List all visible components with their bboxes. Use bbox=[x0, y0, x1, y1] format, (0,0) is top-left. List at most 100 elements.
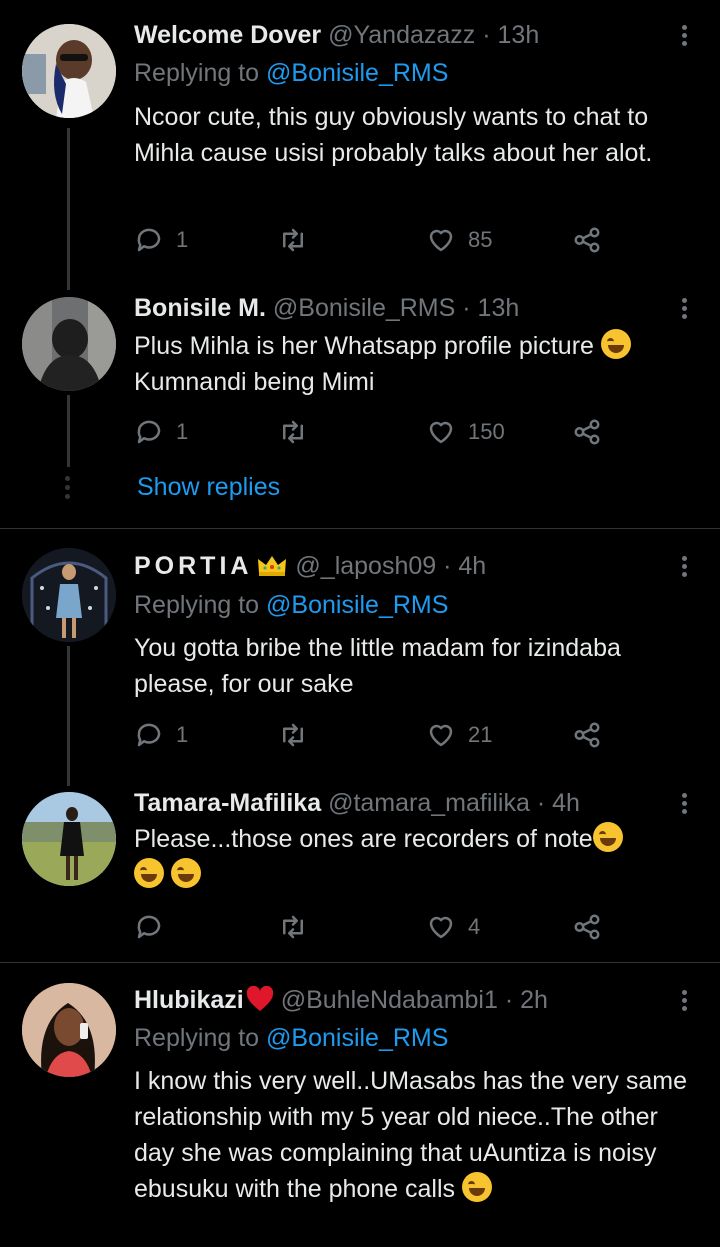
replying-to: Replying to @Bonisile_RMS bbox=[134, 1023, 448, 1053]
more-icon[interactable] bbox=[672, 22, 696, 52]
timestamp[interactable]: 4h bbox=[458, 552, 486, 580]
like-icon bbox=[429, 916, 453, 939]
like-icon bbox=[429, 229, 453, 252]
display-name[interactable]: Bonisile M. bbox=[134, 294, 266, 322]
laughing-emoji-icon bbox=[170, 858, 201, 888]
more-icon[interactable] bbox=[672, 295, 696, 325]
display-name[interactable]: Welcome Dover bbox=[134, 21, 321, 49]
share-button[interactable] bbox=[572, 222, 602, 258]
user-handle[interactable]: @_laposh09 bbox=[295, 552, 436, 580]
avatar[interactable] bbox=[22, 24, 116, 118]
reply-icon bbox=[137, 915, 161, 939]
share-icon bbox=[574, 914, 600, 940]
replying-to: Replying to @Bonisile_RMS bbox=[134, 590, 448, 620]
reply-count: 1 bbox=[176, 227, 189, 252]
tweet-portia[interactable]: PORTIA @_laposh09 · 4h Replying to @Boni… bbox=[0, 529, 720, 786]
like-count: 4 bbox=[468, 914, 481, 939]
tweet-actions: 1 21 bbox=[134, 717, 614, 753]
show-replies-link[interactable]: Show replies bbox=[137, 473, 280, 502]
separator-dot: · bbox=[462, 294, 471, 322]
laughing-emoji-icon bbox=[592, 822, 623, 852]
tweet-bonisile[interactable]: Bonisile M. @Bonisile_RMS · 13h Plus Mih… bbox=[0, 280, 720, 528]
mention-link[interactable]: @Bonisile_RMS bbox=[266, 591, 448, 619]
separator-dot: · bbox=[482, 21, 491, 49]
tweet-text: Ncoor cute, this guy obviously wants to … bbox=[134, 103, 653, 167]
reply-icon bbox=[137, 723, 161, 747]
mention-link[interactable]: @Bonisile_RMS bbox=[266, 59, 448, 87]
reply-count: 1 bbox=[176, 722, 189, 747]
reply-icon bbox=[137, 420, 161, 444]
retweet-icon bbox=[283, 723, 303, 747]
separator-dot: · bbox=[536, 789, 546, 817]
user-handle[interactable]: @BuhleNdabambi1 bbox=[281, 986, 498, 1014]
tweet-tamara[interactable]: Tamara-Mafilika @tamara_mafilika · 4h Pl… bbox=[0, 777, 720, 962]
reply-button[interactable] bbox=[134, 909, 176, 945]
avatar[interactable] bbox=[22, 792, 116, 886]
more-icon[interactable] bbox=[672, 553, 696, 583]
tweet-text: You gotta bribe the little madam for izi… bbox=[134, 634, 621, 698]
retweet-button[interactable] bbox=[278, 717, 320, 753]
reply-button[interactable]: 1 bbox=[134, 222, 188, 258]
like-button[interactable]: 150 bbox=[426, 414, 505, 450]
tweet-text: Plus Mihla is her Whatsapp profile pictu… bbox=[134, 328, 704, 400]
tweet-header: Welcome Dover @Yandazazz · 13h bbox=[134, 20, 539, 50]
user-handle[interactable]: @tamara_mafilika bbox=[328, 789, 530, 817]
timestamp[interactable]: 13h bbox=[478, 294, 520, 322]
timestamp[interactable]: 4h bbox=[552, 789, 580, 817]
laughing-emoji-icon bbox=[134, 858, 164, 888]
more-icon[interactable] bbox=[672, 987, 696, 1017]
retweet-icon bbox=[283, 420, 303, 444]
display-name[interactable]: Tamara-Mafilika bbox=[134, 789, 321, 817]
like-count: 85 bbox=[468, 227, 493, 252]
like-button[interactable]: 85 bbox=[426, 222, 492, 258]
red-heart-emoji-icon bbox=[246, 986, 273, 1011]
replying-prefix: Replying to bbox=[134, 59, 260, 87]
share-button[interactable] bbox=[572, 717, 602, 753]
replying-prefix: Replying to bbox=[134, 591, 260, 619]
retweet-icon bbox=[283, 915, 303, 939]
tweet-welcome-dover[interactable]: Welcome Dover @Yandazazz · 13h Replying … bbox=[0, 0, 720, 290]
display-name[interactable]: Hlubikazi bbox=[134, 986, 244, 1014]
tweet-text-body: I know this very well..UMasabs has the v… bbox=[134, 1067, 687, 1203]
thread-line bbox=[67, 395, 70, 467]
thread-line bbox=[67, 128, 70, 290]
tweet-header: PORTIA @_laposh09 · 4h bbox=[134, 551, 486, 581]
display-name[interactable]: PORTIA bbox=[134, 552, 252, 580]
tweet-text-line: Kumnandi being Mimi bbox=[134, 368, 375, 396]
like-button[interactable]: 21 bbox=[426, 717, 492, 753]
separator-dot: · bbox=[443, 552, 452, 580]
share-icon bbox=[574, 419, 600, 445]
user-handle[interactable]: @Yandazazz bbox=[328, 21, 475, 49]
more-icon[interactable] bbox=[672, 790, 696, 820]
reply-button[interactable]: 1 bbox=[134, 414, 188, 450]
share-button[interactable] bbox=[572, 909, 602, 945]
retweet-button[interactable] bbox=[278, 909, 320, 945]
like-button[interactable]: 4 bbox=[426, 909, 480, 945]
avatar[interactable] bbox=[22, 983, 116, 1077]
tweet-actions: 1 150 bbox=[134, 414, 614, 450]
tweet-text-line: Please...those ones are recorders of not… bbox=[134, 825, 593, 853]
share-icon bbox=[574, 227, 600, 253]
tweet-header: Bonisile M. @Bonisile_RMS · 13h bbox=[134, 293, 519, 323]
retweet-icon bbox=[283, 228, 303, 252]
timestamp[interactable]: 13h bbox=[498, 21, 540, 49]
tweet-hlubikazi[interactable]: Hlubikazi @BuhleNdabambi1 · 2h Replying … bbox=[0, 963, 720, 1247]
tweet-actions: 1 85 bbox=[134, 222, 614, 258]
reply-icon bbox=[137, 228, 161, 252]
like-icon bbox=[429, 724, 453, 747]
timestamp[interactable]: 2h bbox=[520, 986, 548, 1014]
user-handle[interactable]: @Bonisile_RMS bbox=[273, 294, 455, 322]
share-button[interactable] bbox=[572, 414, 602, 450]
replying-to: Replying to @Bonisile_RMS bbox=[134, 58, 448, 88]
avatar[interactable] bbox=[22, 548, 116, 642]
share-icon bbox=[574, 722, 600, 748]
mention-link[interactable]: @Bonisile_RMS bbox=[266, 1024, 448, 1052]
tweet-actions: 4 bbox=[134, 909, 614, 945]
reply-button[interactable]: 1 bbox=[134, 717, 188, 753]
retweet-button[interactable] bbox=[278, 414, 320, 450]
laughing-emoji-icon bbox=[600, 329, 631, 359]
crown-emoji-icon bbox=[258, 556, 287, 576]
like-count: 21 bbox=[468, 722, 493, 747]
retweet-button[interactable] bbox=[278, 222, 320, 258]
avatar[interactable] bbox=[22, 297, 116, 391]
